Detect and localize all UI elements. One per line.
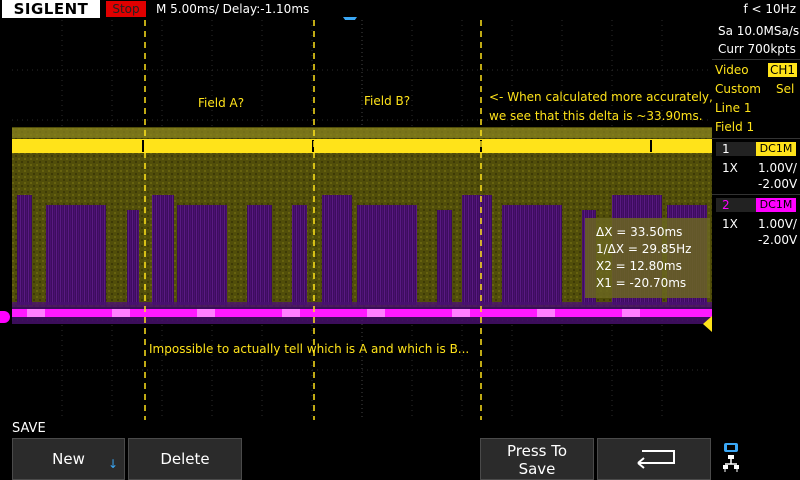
trigger-field: Field 1 xyxy=(715,120,755,134)
timebase-readout: M 5.00ms/ Delay:-1.10ms xyxy=(156,2,310,16)
field-a-label: Field A? xyxy=(198,96,245,110)
info-panel: Sa 10.0MSa/s Curr 700kpts Video CH1 Cust… xyxy=(712,20,800,248)
note-line-2: we see that this delta is ~33.90ms. xyxy=(489,109,703,123)
new-button[interactable]: New ↓ xyxy=(12,438,125,480)
waveform-display: Field A? Field B? <- When calculated mor… xyxy=(12,20,713,420)
brand-logo: SIGLENT xyxy=(2,0,100,18)
channel-1-box[interactable]: 1 DC1M 1X 1.00V/ -2.00V xyxy=(712,138,800,191)
trigger-line: Line 1 xyxy=(715,101,752,115)
press-to-save-line-1: Press To xyxy=(506,442,568,460)
channel-1-offset: -2.00V xyxy=(758,177,798,191)
channel-2-coupling: DC1M xyxy=(756,198,796,212)
trigger-select: Sel xyxy=(776,82,795,96)
press-to-save-button[interactable]: Press To Save xyxy=(480,438,594,480)
channel-2-offset: -2.00V xyxy=(758,233,798,247)
delete-label: Delete xyxy=(160,450,210,468)
trigger-standard: Custom xyxy=(715,82,761,96)
bottom-note: Impossible to actually tell which is A a… xyxy=(149,342,470,356)
network-icon xyxy=(722,442,742,476)
sample-rate: Sa 10.0MSa/s xyxy=(718,24,800,38)
x1-value: X1 = -20.70ms xyxy=(596,276,687,290)
menu-title: SAVE xyxy=(12,421,46,436)
channel-1-number: 1 xyxy=(716,142,756,156)
x2-value: X2 = 12.80ms xyxy=(596,259,682,273)
status-bar: SIGLENT Stop M 5.00ms/ Delay:-1.10ms f <… xyxy=(0,0,800,20)
ch2-ground-marker[interactable] xyxy=(0,311,10,323)
delta-x: ΔX = 33.50ms xyxy=(596,225,683,239)
field-b-label: Field B? xyxy=(364,94,411,108)
inverse-delta-x: 1/ΔX = 29.85Hz xyxy=(596,242,692,256)
trigger-frequency: f < 10Hz xyxy=(743,2,797,16)
return-arrow-icon xyxy=(630,448,680,474)
trigger-source: CH1 xyxy=(768,63,798,77)
memory-depth: Curr 700kpts xyxy=(718,42,796,56)
cursor-readout: ΔX = 33.50ms 1/ΔX = 29.85Hz X2 = 12.80ms… xyxy=(596,224,691,292)
channel-2-probe: 1X xyxy=(722,217,738,231)
trigger-level-marker[interactable] xyxy=(703,316,712,332)
ch1-trace xyxy=(12,139,712,153)
chevron-down-icon: ↓ xyxy=(107,457,118,471)
run-state-badge[interactable]: Stop xyxy=(106,1,146,17)
channel-2-number: 2 xyxy=(716,198,756,212)
back-button[interactable] xyxy=(597,438,711,480)
channel-2-box[interactable]: 2 DC1M 1X 1.00V/ -2.00V xyxy=(712,194,800,247)
channel-1-probe: 1X xyxy=(722,161,738,175)
delete-button[interactable]: Delete xyxy=(128,438,242,480)
press-to-save-line-2: Save xyxy=(518,460,556,478)
channel-1-coupling: DC1M xyxy=(756,142,796,156)
trigger-type: Video xyxy=(715,63,749,77)
note-line-1: <- When calculated more accurately, xyxy=(489,90,713,104)
trigger-panel[interactable]: Video CH1 Custom Sel Line 1 Field 1 xyxy=(712,59,800,136)
